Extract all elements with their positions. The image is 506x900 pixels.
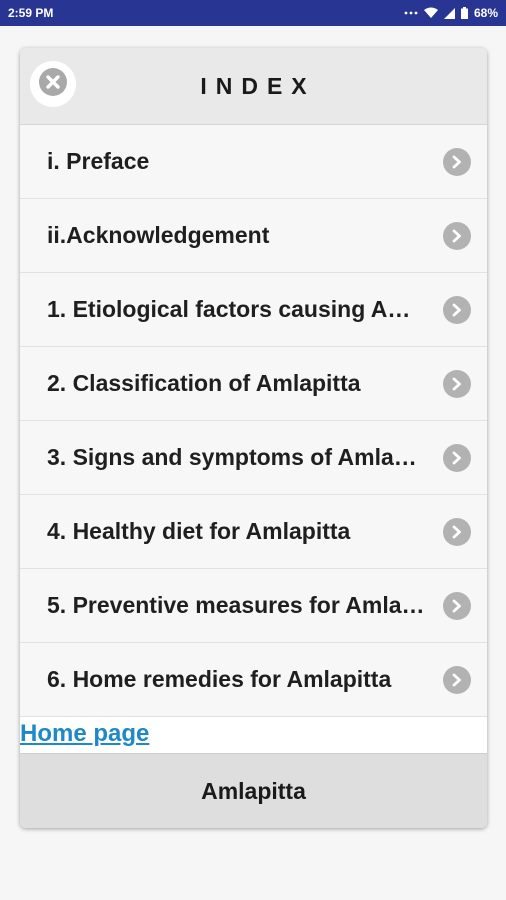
close-icon (38, 67, 68, 102)
menu-item-etiological-factors[interactable]: 1. Etiological factors causing Amlapitta (20, 273, 487, 347)
chevron-right-icon (443, 443, 471, 472)
menu-item-label: 2. Classification of Amlapitta (47, 370, 361, 396)
chevron-right-icon (443, 517, 471, 546)
chevron-right-icon (443, 665, 471, 694)
menu-item-home-remedies[interactable]: 6. Home remedies for Amlapitta (20, 643, 487, 717)
battery-icon (460, 7, 468, 19)
menu-item-label: 4. Healthy diet for Amlapitta (47, 518, 351, 544)
menu-item-preface[interactable]: i. Preface (20, 125, 487, 199)
wifi-icon (423, 7, 438, 19)
signal-icon (443, 7, 455, 19)
menu-item-label: 1. Etiological factors causing Amlapitta (47, 296, 443, 322)
dialog-header: INDEX (20, 48, 487, 125)
footer-title: Amlapitta (20, 753, 487, 828)
close-button[interactable] (30, 61, 76, 107)
dialog-title: INDEX (200, 72, 316, 99)
menu-item-label: ii.Acknowledgement (47, 222, 270, 248)
more-dots-icon (404, 10, 418, 16)
menu-item-acknowledgement[interactable]: ii.Acknowledgement (20, 199, 487, 273)
chevron-right-icon (443, 369, 471, 398)
index-dialog: INDEX i. Preface ii.Acknowledgement 1. E… (20, 48, 487, 828)
status-time: 2:59 PM (8, 6, 54, 20)
chevron-right-icon (443, 221, 471, 250)
menu-item-label: 5. Preventive measures for Amlapitta (47, 592, 443, 618)
menu-item-label: 6. Home remedies for Amlapitta (47, 666, 392, 692)
chevron-right-icon (443, 295, 471, 324)
index-menu: i. Preface ii.Acknowledgement 1. Etiolog… (20, 125, 487, 717)
status-icons: 68% (404, 6, 498, 20)
home-page-link[interactable]: Home page (20, 717, 487, 753)
chevron-right-icon (443, 591, 471, 620)
menu-item-healthy-diet[interactable]: 4. Healthy diet for Amlapitta (20, 495, 487, 569)
menu-item-classification[interactable]: 2. Classification of Amlapitta (20, 347, 487, 421)
menu-item-signs-symptoms[interactable]: 3. Signs and symptoms of Amlapitta (20, 421, 487, 495)
menu-item-label: 3. Signs and symptoms of Amlapitta (47, 444, 443, 470)
chevron-right-icon (443, 147, 471, 176)
menu-item-preventive-measures[interactable]: 5. Preventive measures for Amlapitta (20, 569, 487, 643)
menu-item-label: i. Preface (47, 148, 150, 174)
status-bar: 2:59 PM 68% (0, 0, 506, 26)
battery-level: 68% (473, 6, 498, 20)
